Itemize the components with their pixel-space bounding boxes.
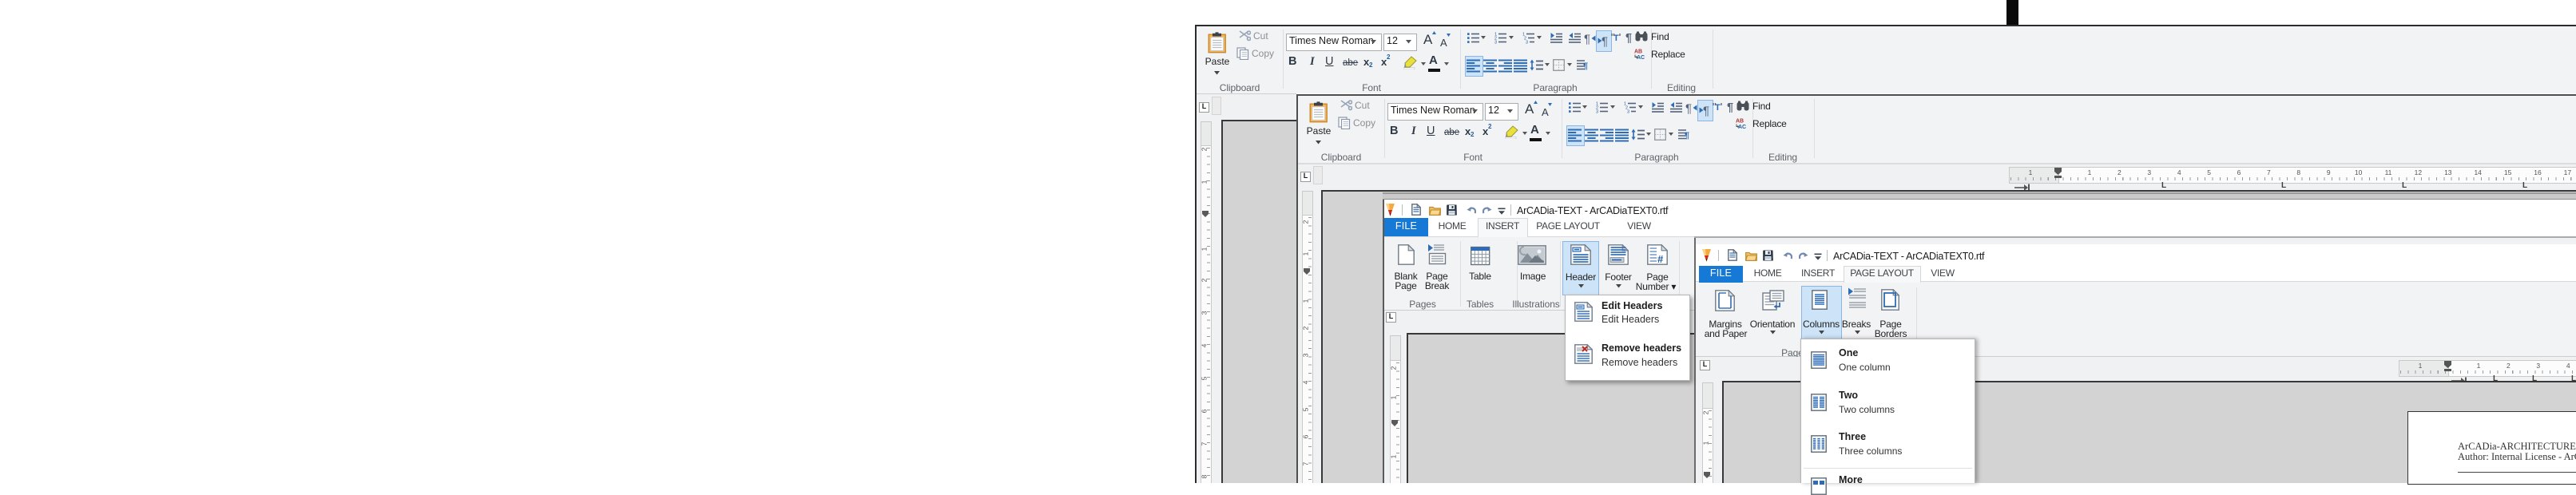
svg-text:¶: ¶ — [1583, 61, 1588, 71]
svg-text:¶: ¶ — [1625, 32, 1632, 43]
svg-text:¶: ¶ — [1685, 131, 1689, 141]
svg-text:A: A — [1423, 32, 1433, 46]
svg-text:¶: ¶ — [1703, 105, 1709, 117]
svg-text:A: A — [1440, 37, 1447, 49]
svg-text:AC: AC — [1637, 55, 1645, 60]
svg-text:¶: ¶ — [1685, 102, 1692, 115]
svg-text:3: 3 — [1526, 41, 1528, 45]
svg-text:A: A — [1525, 101, 1534, 116]
svg-text:AC: AC — [1738, 125, 1746, 129]
svg-text:AB: AB — [1634, 50, 1642, 55]
svg-text:3: 3 — [1596, 110, 1598, 114]
svg-text:¶: ¶ — [1727, 101, 1733, 113]
svg-text:#: # — [1657, 253, 1664, 265]
svg-text:AB: AB — [1736, 119, 1744, 125]
svg-text:¶: ¶ — [1602, 35, 1608, 48]
svg-text:A: A — [1542, 106, 1549, 118]
svg-text:3: 3 — [1627, 110, 1629, 114]
svg-text:3: 3 — [1494, 41, 1497, 45]
svg-text:¶: ¶ — [1584, 33, 1590, 46]
